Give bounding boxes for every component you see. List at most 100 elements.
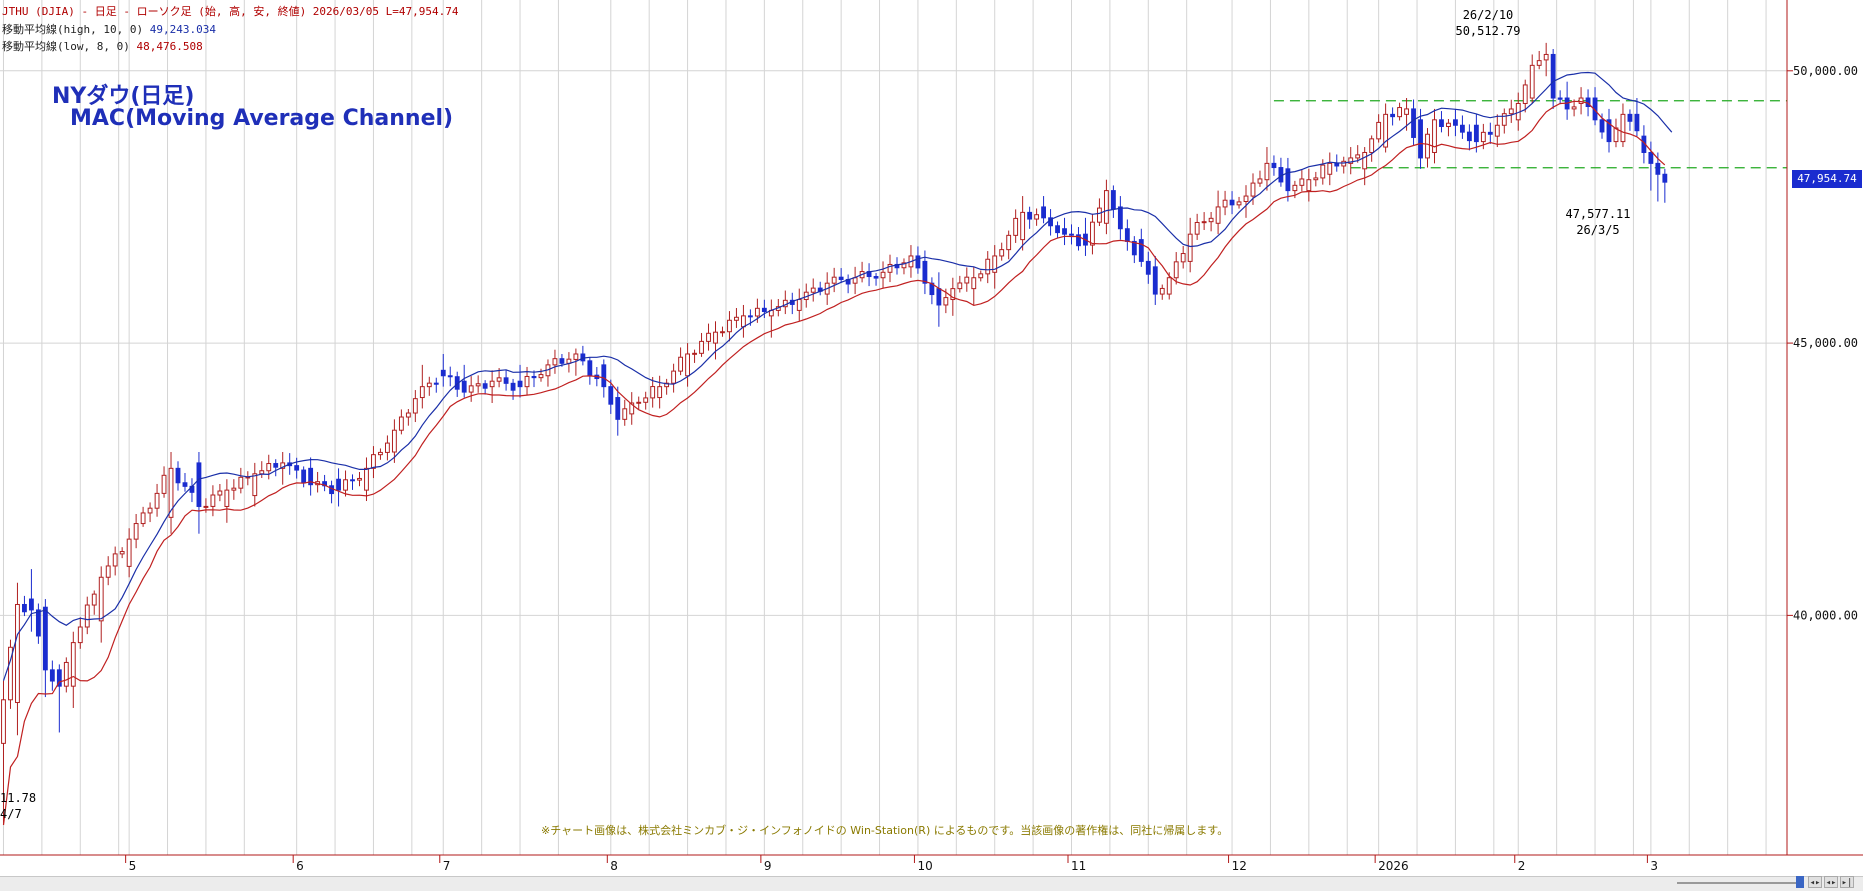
x-tick-label: 7	[443, 859, 451, 873]
peak-date-label: 26/2/10	[1462, 8, 1514, 22]
candle-body	[329, 485, 334, 495]
candle-body	[119, 551, 125, 555]
candle-body	[1243, 195, 1249, 202]
candle-body	[154, 492, 160, 509]
candle-body	[336, 478, 341, 491]
candle-body	[1097, 207, 1102, 223]
candle-body	[398, 416, 404, 431]
candle-body	[1299, 178, 1305, 186]
candle-body	[1062, 228, 1067, 235]
candle-body	[1536, 60, 1542, 66]
candle-body	[1432, 119, 1437, 153]
candle-body	[1550, 53, 1556, 99]
candle-body	[1117, 206, 1123, 230]
x-tick-label: 6	[296, 859, 304, 873]
candle-body	[391, 429, 397, 453]
candle-body	[971, 277, 977, 290]
candle-body	[643, 397, 649, 403]
candle-body	[1480, 131, 1486, 143]
candle-body	[273, 463, 279, 468]
candle-body	[573, 353, 579, 360]
x-tick-label: 9	[764, 859, 772, 873]
ma-low-legend: 移動平均線(low, 8, 0) 48,476.508	[2, 38, 203, 54]
candle-body	[77, 626, 83, 644]
zoom-in-icon[interactable]: ◂▸	[1824, 876, 1838, 888]
candle-body	[1620, 113, 1626, 143]
ma-high-legend: 移動平均線(high, 10, 0) 49,243.034	[2, 21, 216, 37]
candle-body	[517, 380, 523, 388]
candle-body	[42, 606, 48, 671]
candle-body	[224, 489, 230, 507]
current-price-box: 47,954.74	[1792, 170, 1862, 188]
candle-body	[412, 398, 418, 414]
zoom-slider-knob[interactable]	[1796, 876, 1804, 888]
candle-body	[1418, 119, 1423, 159]
candle-body	[985, 258, 991, 275]
candle-body	[1494, 124, 1500, 137]
candle-body	[936, 288, 942, 306]
candle-body	[636, 401, 642, 404]
candle-body	[84, 604, 90, 628]
candle-body	[22, 603, 27, 613]
candle-body	[1215, 206, 1221, 224]
horizontal-scrollbar[interactable]	[0, 876, 1863, 891]
candle-body	[978, 273, 984, 279]
candle-body	[1187, 233, 1193, 262]
candle-body	[1020, 211, 1026, 241]
candle-body	[28, 598, 34, 611]
ma-high-label: 移動平均線(high, 10, 0)	[2, 23, 144, 36]
candle-body	[91, 593, 97, 606]
candle-body	[70, 642, 76, 687]
candle-body	[1222, 199, 1228, 208]
left-low-date-label: 4/7	[0, 807, 22, 821]
candle-body	[175, 467, 181, 484]
copyright-credit: ※チャート画像は、株式会社ミンカブ・ジ・インフォノイドの Win-Station…	[541, 824, 1229, 837]
candle-body	[754, 307, 760, 317]
candle-body	[1138, 239, 1144, 262]
candle-body	[1180, 253, 1186, 263]
candle-body	[426, 382, 432, 388]
candle-body	[1459, 124, 1465, 133]
x-tick-label: 11	[1071, 859, 1086, 873]
candle-body	[1292, 184, 1298, 192]
candle-body	[112, 553, 118, 567]
candle-body	[761, 307, 767, 313]
y-tick-label: 50,000.00	[1793, 64, 1858, 78]
candle-body	[608, 386, 614, 405]
candle-body	[1027, 211, 1033, 220]
candle-body	[671, 370, 677, 384]
candle-body	[706, 332, 711, 342]
candle-body	[1390, 113, 1396, 118]
candle-body	[126, 538, 132, 567]
candle-body	[1411, 108, 1416, 138]
candle-body	[489, 380, 495, 388]
candle-body	[133, 523, 139, 540]
candle-body	[1159, 287, 1165, 295]
x-tick-label: 2	[1518, 859, 1526, 873]
candle-body	[1236, 201, 1242, 206]
candle-body	[182, 482, 188, 487]
candle-body	[252, 473, 258, 497]
zoom-slider-track[interactable]	[1677, 882, 1797, 884]
candle-body	[503, 377, 509, 384]
candle-body	[1501, 113, 1507, 126]
zoom-out-icon[interactable]: ◂▸	[1808, 876, 1822, 888]
candle-body	[1034, 214, 1040, 220]
x-tick-label: 3	[1650, 859, 1658, 873]
candle-body	[741, 315, 746, 328]
candle-body	[1425, 133, 1430, 159]
candle-body	[531, 375, 537, 379]
candle-body	[357, 477, 362, 481]
y-tick-label: 40,000.00	[1793, 608, 1858, 622]
candle-body	[1334, 162, 1340, 167]
candle-body	[371, 454, 376, 469]
chart-subtitle: MAC(Moving Average Channel)	[70, 106, 454, 131]
candle-body	[734, 316, 739, 321]
candle-body	[1041, 206, 1046, 219]
candle-body	[1013, 217, 1019, 236]
scroll-end-icon[interactable]: ▸|	[1840, 876, 1854, 888]
candle-body	[105, 565, 111, 578]
candle-body	[1355, 154, 1361, 159]
left-low-value-label: 11.78	[0, 791, 37, 805]
candle-body	[1208, 217, 1214, 223]
